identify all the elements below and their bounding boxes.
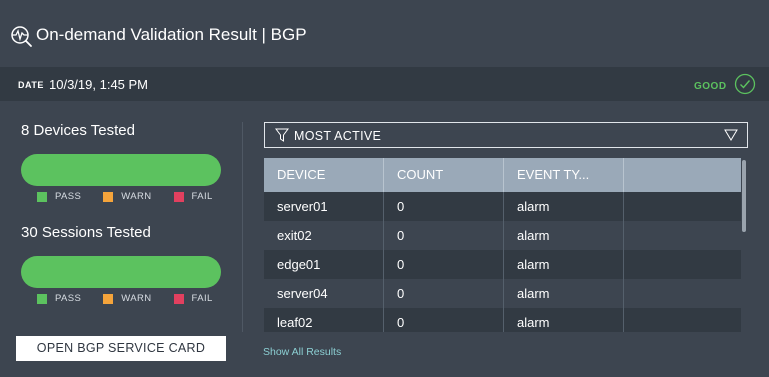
devices-result-bar bbox=[21, 154, 221, 186]
table-row[interactable]: exit02 0 alarm bbox=[264, 221, 741, 250]
table-header: DEVICE COUNT EVENT TY... bbox=[264, 158, 741, 192]
cell-empty bbox=[624, 192, 741, 221]
chevron-down-icon bbox=[724, 129, 738, 141]
table-row[interactable]: server01 0 alarm bbox=[264, 192, 741, 221]
devices-tested-title: 8 Devices Tested bbox=[21, 122, 135, 139]
filter-dropdown[interactable]: MOST ACTIVE bbox=[264, 122, 748, 148]
fail-swatch bbox=[173, 192, 184, 202]
legend-item-fail: FAIL bbox=[173, 191, 213, 203]
warn-swatch bbox=[103, 192, 114, 202]
cell-empty bbox=[624, 308, 741, 332]
table-row[interactable]: server04 0 alarm bbox=[264, 279, 741, 308]
date-value: 10/3/19, 1:45 PM bbox=[49, 77, 149, 92]
cell-event-type: alarm bbox=[504, 250, 624, 279]
legend-item-fail: FAIL bbox=[173, 293, 213, 305]
cell-device: server01 bbox=[264, 192, 384, 221]
card-header: On-demand Validation Result | BGP bbox=[0, 0, 769, 67]
date-label: DATE bbox=[18, 80, 44, 90]
cell-empty bbox=[624, 250, 741, 279]
date-bar: DATE 10/3/19, 1:45 PM GOOD bbox=[0, 67, 769, 101]
legend-item-warn: WARN bbox=[103, 191, 151, 203]
sessions-legend: PASS WARN FAIL bbox=[37, 293, 235, 305]
check-circle-icon bbox=[734, 73, 756, 95]
legend-label-fail: FAIL bbox=[191, 293, 213, 304]
cell-event-type: alarm bbox=[504, 308, 624, 332]
cell-device: leaf02 bbox=[264, 308, 384, 332]
legend-item-pass: PASS bbox=[37, 191, 81, 203]
scrollbar-thumb[interactable] bbox=[742, 160, 746, 232]
sessions-result-bar bbox=[21, 256, 221, 288]
results-table: DEVICE COUNT EVENT TY... server01 0 alar… bbox=[264, 158, 741, 332]
show-all-results-link[interactable]: Show All Results bbox=[263, 345, 341, 359]
cell-device: exit02 bbox=[264, 221, 384, 250]
fail-swatch bbox=[173, 294, 184, 304]
cell-event-type: alarm bbox=[504, 279, 624, 308]
cell-count: 0 bbox=[384, 308, 504, 332]
panel-divider bbox=[242, 122, 243, 332]
cell-device: server04 bbox=[264, 279, 384, 308]
table-row[interactable]: edge01 0 alarm bbox=[264, 250, 741, 279]
open-bgp-service-card-button[interactable]: OPEN BGP SERVICE CARD bbox=[16, 336, 226, 361]
status-text: GOOD bbox=[694, 81, 727, 92]
filter-icon bbox=[275, 128, 289, 142]
legend-item-pass: PASS bbox=[37, 293, 81, 305]
legend-label-fail: FAIL bbox=[191, 191, 213, 202]
legend-item-warn: WARN bbox=[103, 293, 151, 305]
legend-label-pass: PASS bbox=[55, 191, 82, 202]
page-title: On-demand Validation Result | BGP bbox=[36, 25, 307, 44]
column-header-count[interactable]: COUNT bbox=[384, 158, 504, 192]
cell-empty bbox=[624, 279, 741, 308]
column-header-empty bbox=[624, 158, 741, 192]
filter-label: MOST ACTIVE bbox=[294, 129, 382, 143]
cell-count: 0 bbox=[384, 221, 504, 250]
legend-label-pass: PASS bbox=[55, 293, 82, 304]
cell-count: 0 bbox=[384, 279, 504, 308]
validation-pulse-icon bbox=[11, 26, 32, 47]
warn-swatch bbox=[103, 294, 114, 304]
cell-count: 0 bbox=[384, 250, 504, 279]
cell-empty bbox=[624, 221, 741, 250]
devices-legend: PASS WARN FAIL bbox=[37, 191, 235, 203]
column-header-device[interactable]: DEVICE bbox=[264, 158, 384, 192]
pass-swatch bbox=[37, 192, 47, 202]
cell-count: 0 bbox=[384, 192, 504, 221]
sessions-tested-title: 30 Sessions Tested bbox=[21, 224, 151, 241]
pass-swatch bbox=[37, 294, 47, 304]
table-row[interactable]: leaf02 0 alarm bbox=[264, 308, 741, 332]
cell-event-type: alarm bbox=[504, 192, 624, 221]
table-scrollbar[interactable] bbox=[741, 158, 747, 332]
legend-label-warn: WARN bbox=[121, 191, 152, 202]
legend-label-warn: WARN bbox=[121, 293, 152, 304]
cell-event-type: alarm bbox=[504, 221, 624, 250]
column-header-event-type[interactable]: EVENT TY... bbox=[504, 158, 624, 192]
cell-device: edge01 bbox=[264, 250, 384, 279]
